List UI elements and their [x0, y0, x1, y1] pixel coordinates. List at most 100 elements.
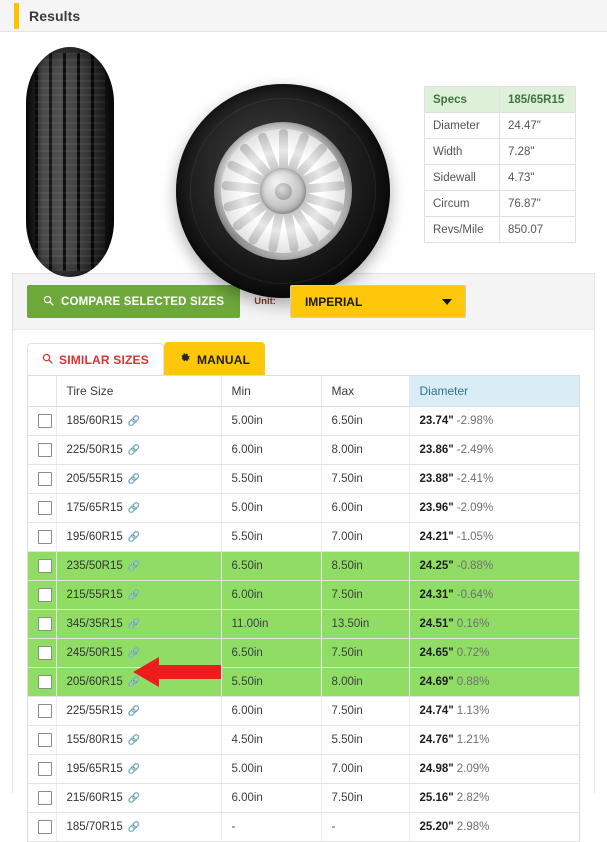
row-select-cell — [28, 725, 57, 755]
link-icon[interactable]: 🔗 — [128, 764, 140, 775]
link-icon[interactable]: 🔗 — [128, 735, 140, 746]
tab-similar-sizes[interactable]: SIMILAR SIZES — [27, 343, 164, 376]
table-row[interactable]: 155/80R15 🔗 4.50in 5.50in 24.76" 1.21% — [28, 725, 579, 755]
row-checkbox[interactable] — [38, 443, 52, 457]
tire-size-label: 185/60R15 — [66, 415, 123, 427]
diameter-cell: 23.88" -2.41% — [409, 464, 579, 494]
unit-select[interactable]: IMPERIAL — [289, 285, 466, 318]
diameter-cell: 24.98" 2.09% — [409, 754, 579, 784]
link-icon[interactable]: 🔗 — [128, 532, 140, 543]
row-checkbox[interactable] — [38, 762, 52, 776]
tire-size-label: 245/50R15 — [66, 647, 123, 659]
diameter-value: 23.96" — [419, 502, 454, 514]
row-select-cell — [28, 580, 57, 610]
specs-header-label: Specs — [424, 86, 500, 113]
link-icon[interactable]: 🔗 — [128, 590, 140, 601]
table-row[interactable]: 175/65R15 🔗 5.00in 6.00in 23.96" -2.09% — [28, 493, 579, 523]
table-row[interactable]: 205/55R15 🔗 5.50in 7.50in 23.88" -2.41% — [28, 464, 579, 494]
specs-row-label: Sidewall — [424, 164, 500, 191]
specs-row: Diameter 24.47" — [424, 112, 576, 139]
link-icon[interactable]: 🔗 — [128, 793, 140, 804]
row-checkbox[interactable] — [38, 704, 52, 718]
row-checkbox[interactable] — [38, 588, 52, 602]
diameter-cell: 24.51" 0.16% — [409, 609, 579, 639]
wheel-center-cap — [274, 182, 292, 200]
table-row[interactable]: 225/55R15 🔗 6.00in 7.50in 24.74" 1.13% — [28, 696, 579, 726]
diameter-cell: 24.25" -0.88% — [409, 551, 579, 581]
column-header-min: Min — [221, 376, 322, 407]
link-icon[interactable]: 🔗 — [128, 822, 140, 833]
row-checkbox[interactable] — [38, 501, 52, 515]
diameter-value: 25.20" — [419, 821, 454, 833]
link-icon[interactable]: 🔗 — [128, 445, 140, 456]
link-icon[interactable]: 🔗 — [128, 677, 140, 688]
tire-size-cell: 185/60R15 🔗 — [56, 406, 222, 436]
row-checkbox[interactable] — [38, 530, 52, 544]
diameter-percent: 0.16% — [456, 618, 490, 630]
header-accent-bar — [14, 2, 19, 29]
min-width-cell: 11.00in — [221, 609, 322, 639]
row-checkbox[interactable] — [38, 675, 52, 689]
diameter-value: 24.69" — [419, 676, 454, 688]
row-select-cell — [28, 551, 57, 581]
link-icon[interactable]: 🔗 — [128, 416, 140, 427]
link-icon[interactable]: 🔗 — [128, 619, 140, 630]
link-icon[interactable]: 🔗 — [128, 474, 140, 485]
table-row[interactable]: 185/70R15 🔗 - -25.20" 2.98% — [28, 812, 579, 842]
table-row[interactable]: 205/60R15 🔗 5.50in 8.00in 24.69" 0.88% — [28, 667, 579, 697]
diameter-cell: 24.21" -1.05% — [409, 522, 579, 552]
row-checkbox[interactable] — [38, 733, 52, 747]
specs-row-value: 4.73" — [499, 164, 576, 191]
row-checkbox[interactable] — [38, 617, 52, 631]
specs-table: Specs 185/65R15 Diameter 24.47" Width 7.28"… — [424, 86, 576, 243]
max-width-cell: 6.50in — [321, 406, 410, 436]
table-row[interactable]: 225/50R15 🔗 6.00in 8.00in 23.86" -2.49% — [28, 435, 579, 465]
tire-visual-area: Specs 185/65R15 Diameter 24.47" Width 7.28"… — [0, 32, 607, 298]
tab-manual[interactable]: MANUAL — [163, 342, 266, 376]
max-width-cell: 7.50in — [321, 696, 410, 726]
results-panel: COMPARE SELECTED SIZES Unit: IMPERIAL SI… — [12, 273, 595, 842]
table-row[interactable]: 215/60R15 🔗 6.00in 7.50in 25.16" 2.82% — [28, 783, 579, 813]
max-width-cell: 13.50in — [321, 609, 410, 639]
search-icon — [43, 295, 54, 309]
row-checkbox[interactable] — [38, 820, 52, 834]
diameter-value: 24.98" — [419, 763, 454, 775]
min-width-cell: 5.00in — [221, 754, 322, 784]
diameter-value: 24.25" — [419, 560, 454, 572]
diameter-value: 24.65" — [419, 647, 454, 659]
table-row[interactable]: 195/65R15 🔗 5.00in 7.00in 24.98" 2.09% — [28, 754, 579, 784]
specs-row: Width 7.28" — [424, 138, 576, 165]
row-checkbox[interactable] — [38, 472, 52, 486]
tab-similar-sizes-label: SIMILAR SIZES — [59, 353, 149, 367]
tire-size-cell: 215/55R15 🔗 — [56, 580, 222, 610]
link-icon[interactable]: 🔗 — [128, 503, 140, 514]
tire-size-cell: 235/50R15 🔗 — [56, 551, 222, 581]
row-checkbox[interactable] — [38, 414, 52, 428]
min-width-cell: 5.50in — [221, 667, 322, 697]
diameter-percent: 1.21% — [456, 734, 490, 746]
table-row[interactable]: 185/60R15 🔗 5.00in 6.50in 23.74" -2.98% — [28, 406, 579, 436]
row-checkbox[interactable] — [38, 559, 52, 573]
max-width-cell: 7.50in — [321, 638, 410, 668]
table-row[interactable]: 215/55R15 🔗 6.00in 7.50in 24.31" -0.64% — [28, 580, 579, 610]
table-row[interactable]: 195/60R15 🔗 5.50in 7.00in 24.21" -1.05% — [28, 522, 579, 552]
column-header-diameter: Diameter — [409, 376, 579, 407]
diameter-value: 23.86" — [419, 444, 454, 456]
link-icon[interactable]: 🔗 — [128, 561, 140, 572]
row-checkbox[interactable] — [38, 791, 52, 805]
tire-size-cell: 155/80R15 🔗 — [56, 725, 222, 755]
table-row[interactable]: 345/35R15 🔗 11.00in 13.50in 24.51" 0.16% — [28, 609, 579, 639]
table-row[interactable]: 245/50R15 🔗 6.50in 7.50in 24.65" 0.72% — [28, 638, 579, 668]
tire-size-cell: 345/35R15 🔗 — [56, 609, 222, 639]
diameter-cell: 25.16" 2.82% — [409, 783, 579, 813]
min-width-cell: - — [221, 812, 322, 842]
row-checkbox[interactable] — [38, 646, 52, 660]
results-header: Results — [0, 0, 607, 32]
table-row[interactable]: 235/50R15 🔗 6.50in 8.50in 24.25" -0.88% — [28, 551, 579, 581]
max-width-cell: 5.50in — [321, 725, 410, 755]
max-width-cell: 8.00in — [321, 667, 410, 697]
link-icon[interactable]: 🔗 — [128, 706, 140, 717]
min-width-cell: 5.50in — [221, 464, 322, 494]
row-select-cell — [28, 783, 57, 813]
link-icon[interactable]: 🔗 — [128, 648, 140, 659]
